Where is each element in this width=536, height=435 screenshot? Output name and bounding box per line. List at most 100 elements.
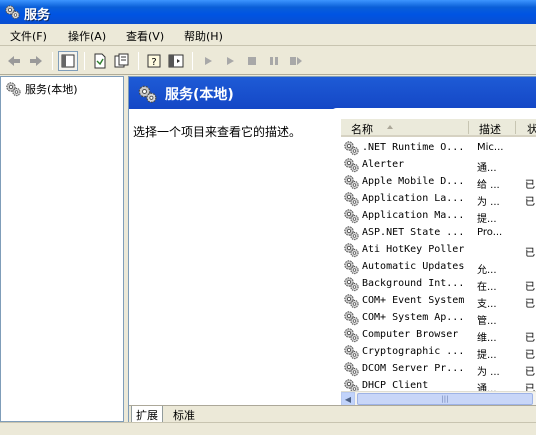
table-row[interactable]: .NET Runtime O... Mic... [341,139,536,156]
help-icon[interactable]: ? [144,51,164,71]
description-text: 选择一个项目来查看它的描述。 [133,125,302,139]
service-icon [344,294,359,309]
service-status: 已 [525,282,535,293]
table-row[interactable]: ASP.NET State ... Pro... [341,224,536,241]
service-status: 已 [525,197,535,208]
table-row[interactable]: Application La... 为 ... 已 [341,190,536,208]
table-row[interactable]: COM+ Event System 支... 已 [341,292,536,310]
service-icon [344,277,359,292]
back-icon[interactable] [4,51,24,71]
service-status: 已 [525,350,535,361]
service-status: 已 [525,248,535,259]
menu-bar: 文件(F) 操作(A) 查看(V) 帮助(H) [0,24,536,46]
table-row[interactable]: DHCP Client 通... 已 [341,377,536,391]
column-header-description[interactable]: 描述 [479,121,501,137]
column-header-name[interactable]: 名称 [351,121,373,137]
export-list-icon[interactable] [90,51,110,71]
service-description: 允... [477,265,497,276]
pause-service-icon[interactable] [264,51,284,71]
scroll-left-icon[interactable]: ◀ [341,392,355,406]
table-row[interactable]: Automatic Updates 允... [341,258,536,276]
services-banner: 服务(本地) [129,77,536,109]
service-description: 通... [477,384,497,391]
status-bar [0,422,536,435]
horizontal-scrollbar[interactable]: ◀ ||| [341,391,536,406]
table-row[interactable]: Ati HotKey Poller 已 [341,241,536,259]
start-service-icon[interactable] [198,51,218,71]
service-name: .NET Runtime O... [362,142,465,153]
table-row[interactable]: DCOM Server Pr... 为 ... 已 [341,360,536,378]
service-icon [344,158,359,173]
service-name: COM+ Event System [362,295,465,306]
view-tabs: 扩展 标准 [129,405,536,422]
table-row[interactable]: COM+ System Ap... 管... [341,309,536,327]
service-description: 给 ... [477,180,500,191]
service-description: 通... [477,163,497,174]
show-hide-tree-icon[interactable] [58,51,78,71]
service-status: 已 [525,384,535,391]
table-row[interactable]: Apple Mobile D... 给 ... 已 [341,173,536,191]
service-name: Automatic Updates [362,261,465,272]
console-tree-icon[interactable] [166,51,186,71]
service-name: Application Ma... [362,210,465,221]
service-status: 已 [525,299,535,310]
title-bar[interactable]: 服务 [0,0,536,24]
service-icon [344,379,359,391]
column-header-status[interactable]: 状 [527,121,536,137]
tab-extended[interactable]: 扩展 [131,406,163,422]
table-row[interactable]: Application Ma... 提... [341,207,536,225]
table-row[interactable]: Background Int... 在... 已 [341,275,536,293]
service-icon [344,260,359,275]
service-description: 维... [477,333,497,344]
service-name: DHCP Client [362,380,429,391]
list-header: 名称 描述 状 [341,119,536,137]
menu-help[interactable]: 帮助(H) [184,28,223,44]
restart-service-icon[interactable] [286,51,306,71]
properties-icon[interactable] [112,51,132,71]
services-icon [6,82,21,97]
toolbar: ? [0,47,536,75]
tree-item-services-local[interactable]: 服务(本地) [5,81,78,97]
banner-title: 服务(本地) [165,87,234,103]
start-service-alt-icon[interactable] [220,51,240,71]
table-row[interactable]: Alerter 通... [341,156,536,174]
service-name: Background Int... [362,278,465,289]
window-title: 服务 [24,8,51,23]
service-status: 已 [525,180,535,191]
service-name: Apple Mobile D... [362,176,465,187]
service-name: Computer Browser [362,329,459,340]
service-icon [344,175,359,190]
table-row[interactable]: Cryptographic ... 提... 已 [341,343,536,361]
sort-ascending-icon [387,125,393,129]
service-name: Application La... [362,193,465,204]
service-icon [344,192,359,207]
service-description: Pro... [477,227,503,238]
menu-file[interactable]: 文件(F) [10,28,47,44]
services-icon [138,85,157,103]
service-icon [344,141,359,156]
service-name: Alerter [362,159,405,170]
service-description: Mic... [477,142,504,153]
service-status: 已 [525,367,535,378]
service-description: 在... [477,282,497,293]
menu-action[interactable]: 操作(A) [68,28,106,44]
table-row[interactable]: Computer Browser 维... 已 [341,326,536,344]
service-name: Ati HotKey Poller [362,244,465,255]
scroll-thumb[interactable]: ||| [357,393,533,405]
service-description: 管... [477,316,497,327]
services-list: 名称 描述 状 .NET Runtime O... Mic... Alerter 通.… [341,119,536,391]
service-icon [344,311,359,326]
svg-text:?: ? [151,57,156,68]
service-icon [344,362,359,377]
service-name: ASP.NET State ... [362,227,465,238]
menu-view[interactable]: 查看(V) [126,28,164,44]
stop-service-icon[interactable] [242,51,262,71]
console-tree-pane: 服务(本地) [0,76,124,422]
service-icon [344,328,359,343]
service-icon [344,226,359,241]
service-name: COM+ System Ap... [362,312,465,323]
forward-icon[interactable] [26,51,46,71]
service-name: DCOM Server Pr... [362,363,465,374]
service-description: 为 ... [477,197,500,208]
tab-standard[interactable]: 标准 [169,406,199,422]
